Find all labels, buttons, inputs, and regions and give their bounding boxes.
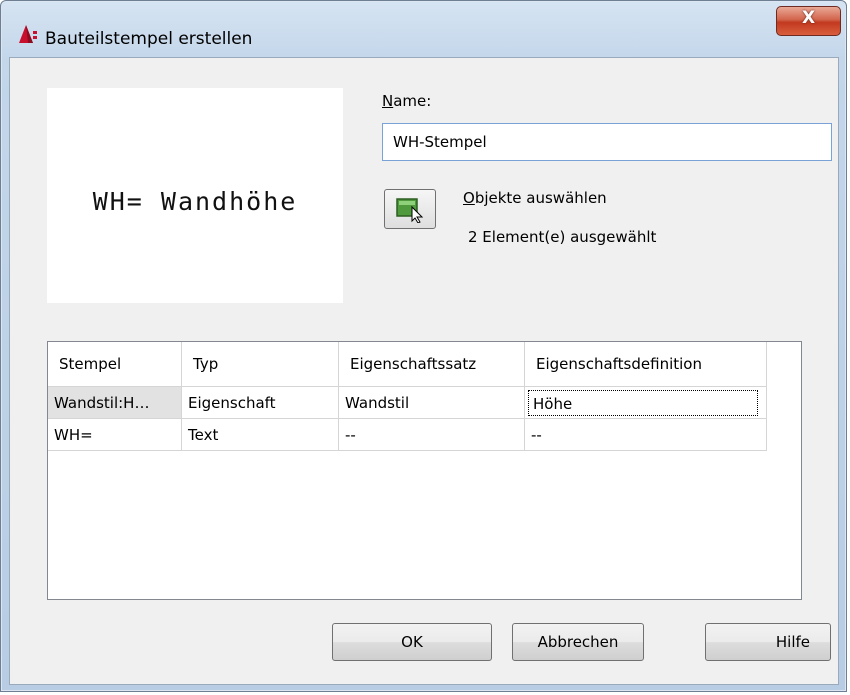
window-title: Bauteilstempel erstellen (45, 29, 253, 49)
name-label: Name: (382, 92, 431, 110)
select-objects-icon (396, 198, 424, 223)
grid-cell-stempel[interactable]: WH= (48, 418, 182, 451)
grid-cell-eigenschaftsdefinition[interactable]: -- (524, 418, 767, 451)
grid-cell-typ[interactable]: Text (181, 418, 339, 451)
name-input[interactable] (382, 123, 832, 161)
grid-cell-typ[interactable]: Eigenschaft (181, 386, 339, 419)
column-header-eigenschaftsdefinition[interactable]: Eigenschaftsdefinition (524, 342, 767, 387)
ok-button[interactable]: OK (332, 623, 492, 661)
dialog-window: Bauteilstempel erstellen X WH= Wandhöhe … (0, 0, 847, 692)
stamp-preview: WH= Wandhöhe (47, 88, 343, 303)
close-icon: X (801, 8, 816, 28)
select-objects-label: Objekte auswählen (463, 189, 607, 207)
focused-cell-value[interactable]: Höhe (528, 389, 758, 416)
column-header-eigenschaftssatz[interactable]: Eigenschaftssatz (338, 342, 525, 387)
dialog-client-area: WH= Wandhöhe Name: Objekte auswählen 2 E… (9, 57, 839, 685)
column-header-stempel[interactable]: Stempel (48, 342, 182, 387)
select-objects-button[interactable] (384, 189, 436, 229)
grid-cell-stempel[interactable]: Wandstil:H… (48, 386, 182, 419)
grid-cell-eigenschaftsdefinition[interactable]: Höhe (524, 386, 767, 419)
grid-row[interactable]: Wandstil:H… Eigenschaft Wandstil Höhe (48, 386, 767, 419)
stamp-grid[interactable]: Stempel Typ Eigenschaftssatz Eigenschaft… (47, 341, 802, 600)
grid-cell-eigenschaftssatz[interactable]: Wandstil (338, 386, 525, 419)
selected-count: 2 Element(e) ausgewählt (468, 228, 657, 246)
help-button[interactable]: Hilfe (705, 623, 831, 661)
grid-cell-eigenschaftssatz[interactable]: -- (338, 418, 525, 451)
grid-row[interactable]: WH= Text -- -- (48, 418, 767, 451)
column-header-typ[interactable]: Typ (181, 342, 339, 387)
name-label-mnemonic: N (382, 92, 394, 110)
grid-header-row: Stempel Typ Eigenschaftssatz Eigenschaft… (48, 342, 767, 387)
cancel-button[interactable]: Abbrechen (512, 623, 644, 661)
title-bar[interactable]: Bauteilstempel erstellen X (1, 1, 846, 57)
name-label-rest: ame: (393, 92, 432, 110)
autocad-app-icon (17, 23, 39, 45)
select-objects-label-rest: bjekte auswählen (474, 189, 607, 207)
close-button[interactable]: X (776, 6, 841, 36)
select-objects-mnemonic: O (463, 189, 475, 207)
preview-text: WH= Wandhöhe (92, 187, 298, 216)
